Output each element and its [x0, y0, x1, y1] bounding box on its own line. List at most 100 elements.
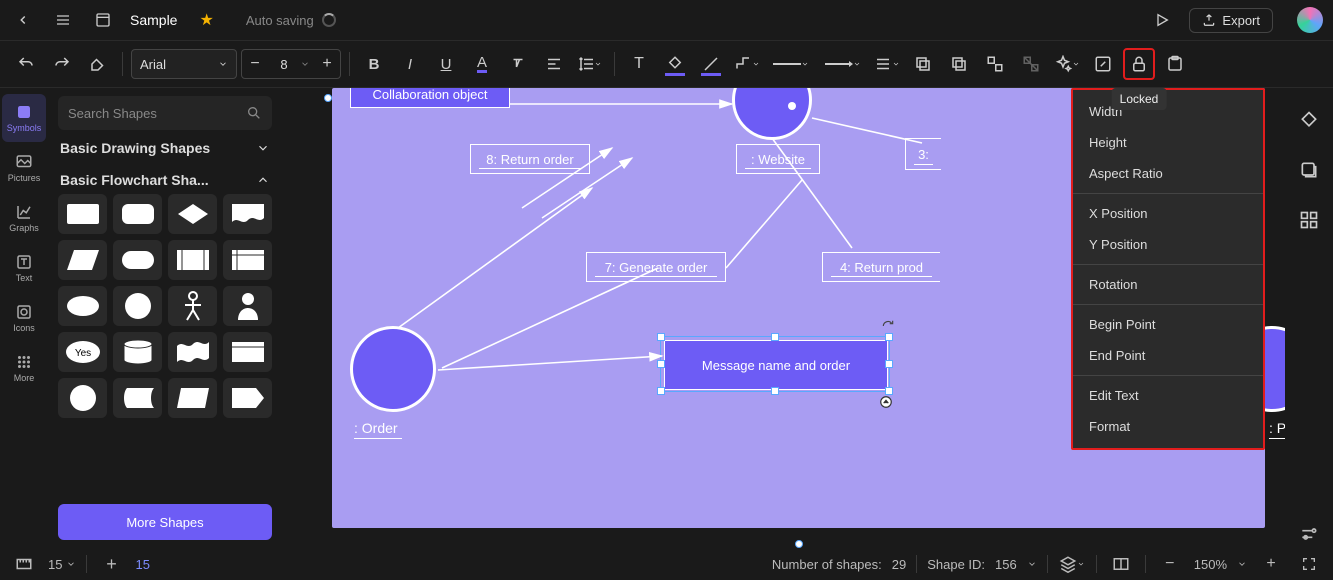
- settings-toggle[interactable]: [1295, 522, 1323, 546]
- node-generate[interactable]: 7: Generate order: [586, 252, 726, 282]
- page-number[interactable]: 15: [135, 557, 149, 572]
- avatar[interactable]: [1297, 7, 1323, 33]
- add-page-button[interactable]: +: [97, 552, 125, 576]
- line-color-button[interactable]: [695, 48, 727, 80]
- redo-button[interactable]: [46, 48, 78, 80]
- rail-text[interactable]: Text: [2, 244, 46, 292]
- effects-button[interactable]: [1051, 48, 1083, 80]
- node-collaboration[interactable]: Collaboration object: [350, 88, 510, 108]
- text-tool-button[interactable]: T: [623, 48, 655, 80]
- canvas-area[interactable]: Collaboration object 8: Return order : W…: [282, 88, 1285, 548]
- ctx-ypos[interactable]: Y Position: [1073, 229, 1263, 260]
- shape-document[interactable]: [223, 194, 272, 234]
- shape-card[interactable]: [223, 332, 272, 372]
- shape-tape[interactable]: [168, 332, 217, 372]
- undo-button[interactable]: [10, 48, 42, 80]
- shape-person[interactable]: [223, 286, 272, 326]
- zoom-out-button[interactable]: −: [1156, 552, 1184, 576]
- shape-roundrect[interactable]: [113, 194, 162, 234]
- italic-button[interactable]: I: [394, 48, 426, 80]
- ctx-format[interactable]: Format: [1073, 411, 1263, 442]
- send-back-button[interactable]: [907, 48, 939, 80]
- shape-stored-data[interactable]: [113, 378, 162, 418]
- font-size-plus[interactable]: +: [314, 50, 340, 78]
- ctx-edittext[interactable]: Edit Text: [1073, 380, 1263, 411]
- node-order-circle[interactable]: [350, 326, 436, 412]
- node-website[interactable]: : Website: [736, 144, 820, 174]
- shape-diamond[interactable]: [168, 194, 217, 234]
- ctx-begin[interactable]: Begin Point: [1073, 309, 1263, 340]
- back-button[interactable]: [10, 7, 36, 33]
- node-three[interactable]: 3:: [905, 138, 941, 170]
- rail-more[interactable]: More: [2, 344, 46, 392]
- rail-icons[interactable]: Icons: [2, 294, 46, 342]
- ctx-rotation[interactable]: Rotation: [1073, 269, 1263, 300]
- clear-format-button[interactable]: [502, 48, 534, 80]
- shape-display[interactable]: [223, 378, 272, 418]
- export-button[interactable]: Export: [1189, 8, 1273, 33]
- line-style-button[interactable]: [767, 48, 815, 80]
- font-size-stepper[interactable]: − 8 +: [241, 49, 341, 79]
- node-message[interactable]: Message name and order: [664, 340, 888, 390]
- shape-circle[interactable]: [113, 286, 162, 326]
- ruler-toggle[interactable]: [10, 552, 38, 576]
- shape-internal-storage[interactable]: [223, 240, 272, 280]
- fill-color-button[interactable]: [659, 48, 691, 80]
- page-size-select[interactable]: 15: [48, 557, 76, 572]
- rotate-handle-icon[interactable]: [881, 319, 895, 333]
- chevron-down-icon[interactable]: [1027, 559, 1037, 569]
- bold-button[interactable]: B: [358, 48, 390, 80]
- search-shapes-input[interactable]: Search Shapes: [58, 96, 272, 130]
- shape-manual-op[interactable]: [168, 378, 217, 418]
- shape-yes[interactable]: Yes: [58, 332, 107, 372]
- section-basic-flowchart[interactable]: Basic Flowchart Sha...: [58, 162, 272, 194]
- line-spacing-button[interactable]: [574, 48, 606, 80]
- font-color-button[interactable]: A: [466, 48, 498, 80]
- canvas[interactable]: Collaboration object 8: Return order : W…: [332, 88, 1265, 528]
- theme-button[interactable]: [1295, 106, 1323, 134]
- lock-button[interactable]: Locked: [1123, 48, 1155, 80]
- shape-ellipse[interactable]: [58, 286, 107, 326]
- align-button[interactable]: [538, 48, 570, 80]
- menu-button[interactable]: [50, 7, 76, 33]
- distribute-button[interactable]: [871, 48, 903, 80]
- shape-rect[interactable]: [58, 194, 107, 234]
- font-family-select[interactable]: Arial: [131, 49, 237, 79]
- group-button[interactable]: [979, 48, 1011, 80]
- chevron-down-icon[interactable]: [1237, 559, 1247, 569]
- font-size-minus[interactable]: −: [242, 50, 268, 78]
- rail-symbols[interactable]: Symbols: [2, 94, 46, 142]
- view-mode-button[interactable]: [1107, 552, 1135, 576]
- shape-terminator[interactable]: [113, 240, 162, 280]
- rail-graphs[interactable]: Graphs: [2, 194, 46, 242]
- node-return-prod[interactable]: 4: Return prod: [822, 252, 940, 282]
- more-shapes-button[interactable]: More Shapes: [58, 504, 272, 540]
- shape-actor[interactable]: [168, 286, 217, 326]
- play-button[interactable]: [1149, 7, 1175, 33]
- connector-button[interactable]: [731, 48, 763, 80]
- shape-database[interactable]: [113, 332, 162, 372]
- layers-status-button[interactable]: [1058, 552, 1086, 576]
- page-handle-bottom[interactable]: [795, 540, 803, 548]
- save-icon[interactable]: [90, 7, 116, 33]
- zoom-in-button[interactable]: +: [1257, 552, 1285, 576]
- node-return-order[interactable]: 8: Return order: [470, 144, 590, 174]
- bring-front-button[interactable]: [943, 48, 975, 80]
- star-icon[interactable]: ★: [199, 10, 213, 30]
- page-handle-left[interactable]: [324, 94, 332, 102]
- shape-predefined[interactable]: [168, 240, 217, 280]
- layers-button[interactable]: [1295, 156, 1323, 184]
- ctx-width[interactable]: Width: [1073, 96, 1263, 127]
- ctx-end[interactable]: End Point: [1073, 340, 1263, 371]
- apps-button[interactable]: [1295, 206, 1323, 234]
- format-painter-button[interactable]: [82, 48, 114, 80]
- underline-button[interactable]: U: [430, 48, 462, 80]
- section-basic-drawing[interactable]: Basic Drawing Shapes: [58, 130, 272, 162]
- ctx-xpos[interactable]: X Position: [1073, 198, 1263, 229]
- node-circle-top[interactable]: [732, 88, 812, 140]
- clipboard-button[interactable]: [1159, 48, 1191, 80]
- arrow-style-button[interactable]: [819, 48, 867, 80]
- ctx-aspect[interactable]: Aspect Ratio: [1073, 158, 1263, 189]
- fullscreen-button[interactable]: [1295, 552, 1323, 576]
- shape-circle2[interactable]: [58, 378, 107, 418]
